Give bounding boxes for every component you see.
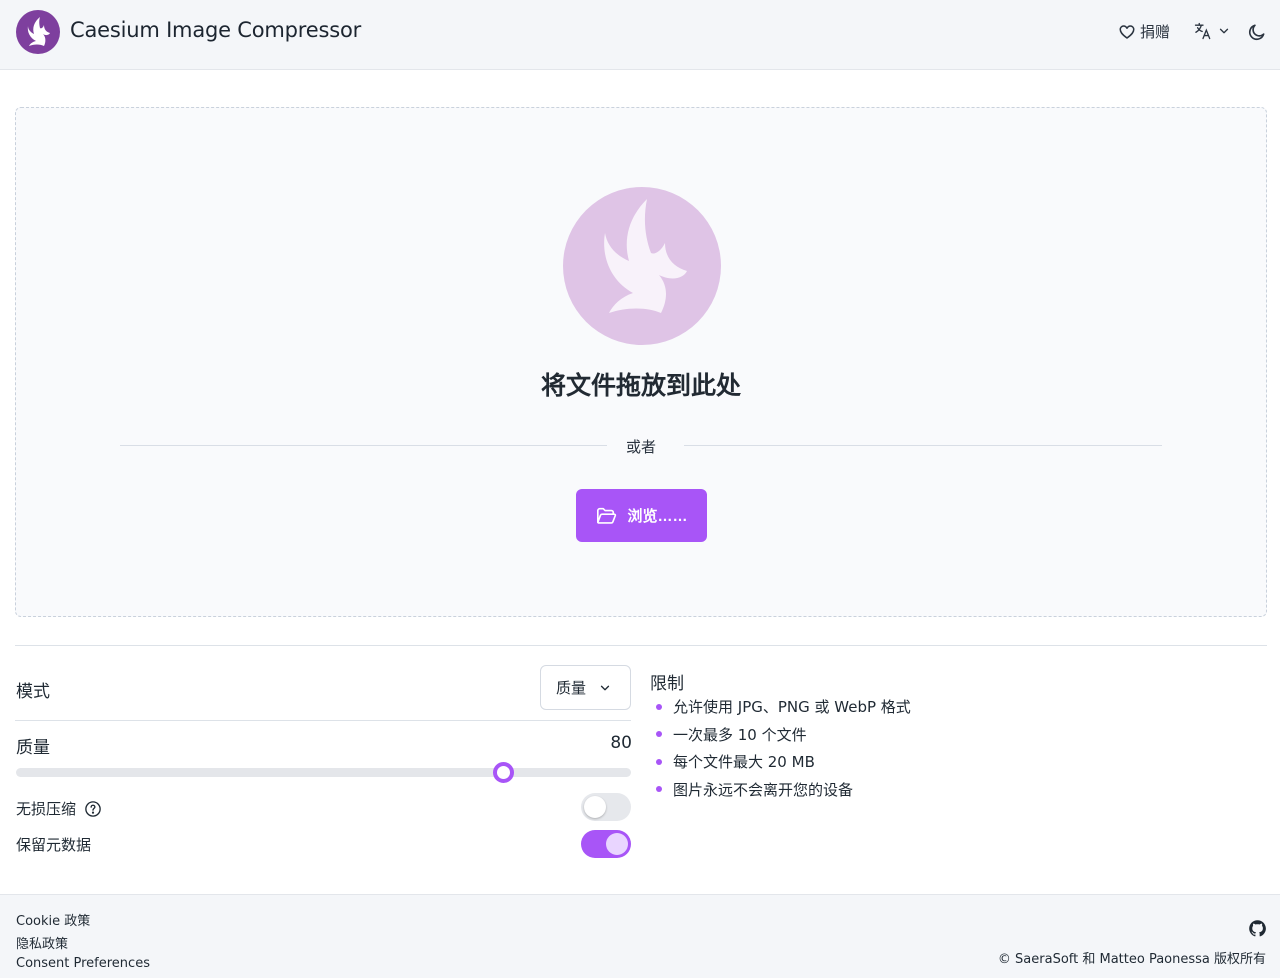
caesium-logo-icon [563,187,721,345]
settings-row-divider [15,720,631,721]
github-icon[interactable] [1248,919,1267,938]
limit-text: 每个文件最大 20 MB [673,753,815,772]
help-circle-icon[interactable] [84,800,102,818]
lossless-label: 无损压缩 [16,800,77,818]
list-item: 允许使用 JPG、PNG 或 WebP 格式 [656,693,911,721]
chevron-down-icon [600,685,610,690]
bullet-icon [656,758,662,765]
limit-text: 允许使用 JPG、PNG 或 WebP 格式 [673,698,911,717]
toggle-knob [584,796,606,818]
mode-label: 模式 [16,682,50,702]
caesium-logo-icon[interactable] [16,10,60,54]
list-item: 图片永远不会离开您的设备 [656,776,911,804]
quality-slider-thumb[interactable] [493,762,514,783]
bullet-icon [656,731,662,738]
moon-icon [1248,24,1265,41]
list-item: 每个文件最大 20 MB [656,748,911,776]
limit-text: 一次最多 10 个文件 [673,725,807,744]
quality-slider-track[interactable] [16,768,631,777]
bullet-icon [656,703,662,710]
limits-title: 限制 [650,674,684,694]
donate-button[interactable]: 捐赠 [1118,21,1170,42]
lossless-row: 无损压缩 [16,798,102,819]
page-footer: Cookie 政策 隐私政策 Consent Preferences © Sae… [0,894,1280,978]
bullet-icon [656,786,662,793]
toggle-knob [606,833,628,855]
mode-select-value: 质量 [556,679,587,697]
browse-label: 浏览…… [627,508,688,525]
quality-label: 质量 [16,738,50,758]
lossless-toggle[interactable] [581,793,631,821]
section-divider [15,645,1267,646]
language-selector[interactable] [1193,21,1231,41]
consent-preferences-link[interactable]: Consent Preferences [16,956,150,971]
dropzone-title: 将文件拖放到此处 [540,371,741,400]
folder-open-icon [597,507,617,524]
donate-label: 捐赠 [1140,23,1171,41]
browse-button[interactable]: 浏览…… [576,489,707,542]
limits-list: 允许使用 JPG、PNG 或 WebP 格式 一次最多 10 个文件 每个文件最… [656,693,911,803]
chevron-down-icon [1219,28,1229,34]
quality-value: 80 [610,733,632,753]
privacy-policy-link[interactable]: 隐私政策 [16,933,68,952]
keep-metadata-toggle[interactable] [581,830,631,858]
keep-metadata-label: 保留元数据 [16,836,92,854]
file-dropzone[interactable]: 将文件拖放到此处 或者 浏览…… [15,107,1267,617]
divider-right [684,445,1162,446]
mode-select[interactable]: 质量 [540,665,631,710]
or-separator-text: 或者 [625,438,656,456]
app-title: Caesium Image Compressor [70,18,362,42]
list-item: 一次最多 10 个文件 [656,721,911,749]
translate-icon [1194,22,1211,40]
copyright-text: © SaeraSoft 和 Matteo Paonessa 版权所有 [997,952,1266,967]
cookie-policy-link[interactable]: Cookie 政策 [16,910,90,929]
app-header: Caesium Image Compressor 捐赠 [0,0,1280,70]
limit-text: 图片永远不会离开您的设备 [673,780,854,799]
heart-icon [1119,24,1135,39]
theme-toggle-button[interactable] [1247,22,1267,46]
